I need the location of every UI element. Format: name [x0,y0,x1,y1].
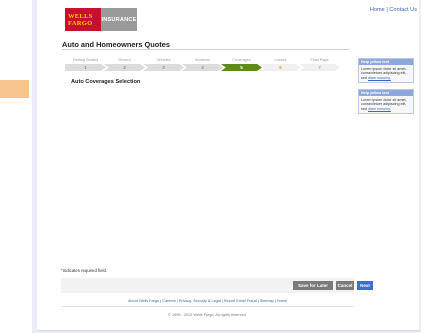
step-arrow: 4 [182,64,223,71]
step-number: 7 [318,65,321,70]
section-title: Auto Coverages Selection [71,79,141,85]
step-vehicles[interactable]: Vehicles 3 [143,58,184,72]
step-arrow: 6 [260,64,301,71]
help-box-link[interactable]: diam nonumy. [368,76,391,80]
copyright-text: © 1999 - 2010 Wells Fargo. All rights re… [168,313,247,317]
step-incidents[interactable]: Incidents 4 [182,58,223,72]
wells-fargo-logo[interactable]: WELLS FARGO INSURANCE [65,8,137,31]
step-label: Losses [274,58,287,62]
step-number: 6 [279,65,282,70]
logo-wordmark: WELLS FARGO [65,8,101,31]
step-label: Final Page [310,58,329,62]
contact-us-link[interactable]: Contact Us [389,7,417,13]
logo-line-2: FARGO [68,19,93,27]
step-arrow: 2 [104,64,145,71]
step-label: Vehicles [156,58,171,62]
step-number: 1 [84,65,87,70]
top-links: Home | Contact Us [370,7,417,13]
step-label: Getting Started [72,58,99,62]
step-drivers[interactable]: Drivers 2 [104,58,145,72]
required-field-note: *Indicates required field. [61,268,108,273]
footer-links[interactable]: About Wells Fargo | Careers | Privacy, S… [37,299,378,303]
action-bar: Save for Later Cancel Next [61,278,373,293]
step-getting-started[interactable]: Getting Started 1 [65,58,106,72]
step-coverages[interactable]: Coverages 5 [221,58,262,72]
logo-line-1: WELLS [68,12,93,20]
help-box-body: Lorem ipsum dolor sit amet, consectetuer… [359,65,413,82]
step-number: 4 [201,65,204,70]
step-label: Incidents [194,58,211,62]
footer-divider [61,306,354,307]
title-divider [62,49,349,50]
step-arrow: 7 [299,64,340,71]
next-button[interactable]: Next [357,281,373,290]
step-number: 3 [162,65,165,70]
left-accent-tab [0,80,29,98]
step-label: Coverages [232,58,251,62]
page-container: WELLS FARGO INSURANCE Home | Contact Us … [37,0,419,331]
step-arrow: 3 [143,64,184,71]
top-links-separator: | [386,7,388,13]
step-label: Drivers [118,58,131,62]
step-arrow: 5 [221,64,262,71]
help-box: Help yellow text Lorem ipsum dolor sit a… [358,58,414,84]
help-box-body: Lorem ipsum dolor sit amet, consectetuer… [359,96,413,113]
logo-insurance-badge: INSURANCE [101,8,137,31]
step-number: 2 [123,65,126,70]
step-number: 5 [240,65,243,70]
page-title: Auto and Homeowners Quotes [62,40,170,49]
progress-steps: Getting Started 1 Drivers 2 Vehicles 3 I… [65,58,343,72]
step-arrow: 1 [65,64,106,71]
help-box: Help yellow text Lorem ipsum dolor sit a… [358,89,414,115]
save-for-later-button[interactable]: Save for Later [293,281,333,290]
home-link[interactable]: Home [370,7,385,13]
help-box-link[interactable]: diam nonumy. [368,107,391,111]
step-final-page: Final Page 7 [299,58,340,72]
step-losses: Losses 6 [260,58,301,72]
cancel-button[interactable]: Cancel [336,281,354,290]
